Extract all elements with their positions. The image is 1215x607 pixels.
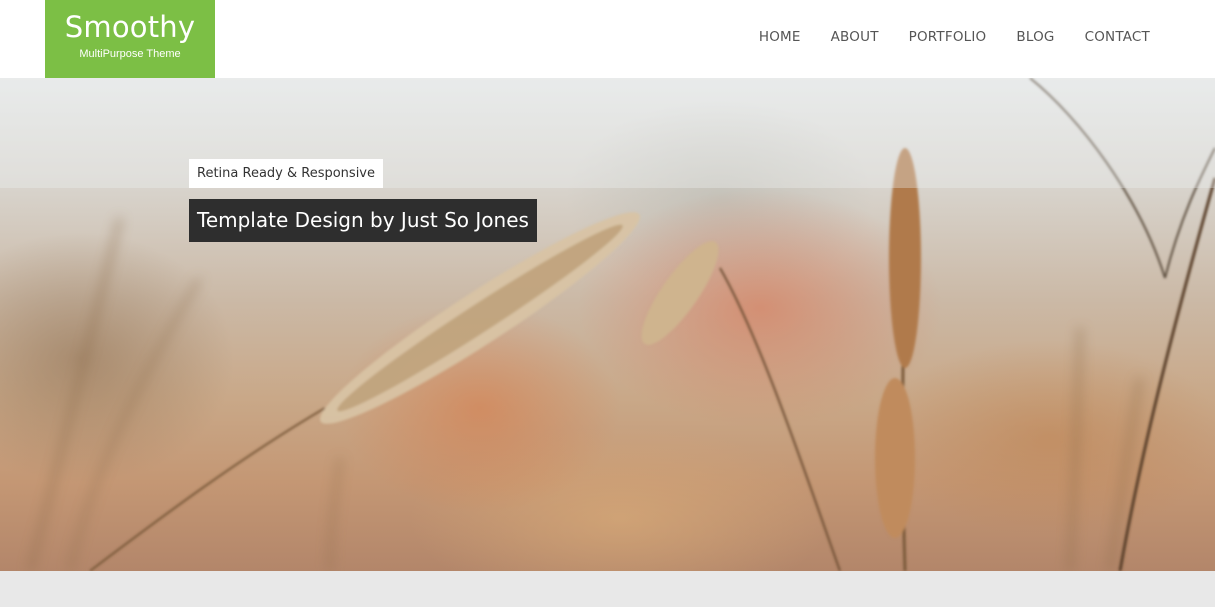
hero-tagline: Retina Ready & Responsive [189,159,383,188]
logo-subtitle: MultiPurpose Theme [79,48,181,60]
nav-portfolio[interactable]: PORTFOLIO [909,29,987,45]
nav-contact[interactable]: CONTACT [1085,29,1150,45]
content-section-start [0,571,1215,607]
nav-blog[interactable]: BLOG [1016,29,1054,45]
wheat-photo [0,78,1215,571]
nav-about[interactable]: ABOUT [831,29,879,45]
site-logo[interactable]: Smoothy MultiPurpose Theme [45,0,215,78]
hero-banner: Retina Ready & Responsive Template Desig… [0,78,1215,571]
main-nav: HOME ABOUT PORTFOLIO BLOG CONTACT [729,29,1150,45]
hero-headline: Template Design by Just So Jones [189,199,537,242]
site-header: Smoothy MultiPurpose Theme HOME ABOUT PO… [0,0,1215,78]
logo-title: Smoothy [64,10,196,44]
nav-home[interactable]: HOME [759,29,801,45]
